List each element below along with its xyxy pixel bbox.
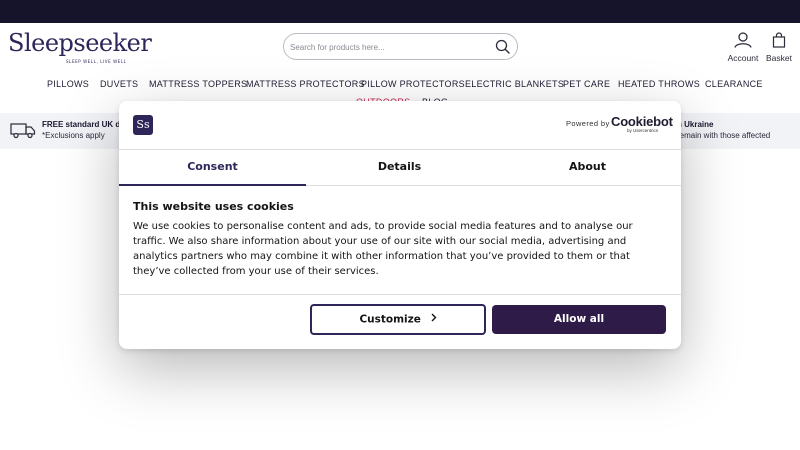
- usercentrics-label: by Usercentrics: [627, 128, 659, 133]
- cookie-consent-dialog: Ss Powered by Cookiebot by Usercentrics …: [119, 101, 681, 349]
- consent-tabs: Consent Details About: [119, 149, 681, 186]
- cookie-dialog-title: This website uses cookies: [133, 200, 294, 213]
- chevron-right-icon: [431, 306, 437, 333]
- tab-details[interactable]: Details: [306, 150, 493, 186]
- site-logo-icon: Ss: [133, 115, 153, 135]
- cookie-dialog-text: We use cookies to personalise content an…: [133, 221, 633, 277]
- cookiebot-logo[interactable]: Cookiebot: [611, 114, 673, 129]
- dialog-divider: [119, 294, 681, 295]
- customize-button[interactable]: Customize: [310, 304, 486, 335]
- powered-by-label: Powered by: [566, 119, 610, 128]
- tab-about[interactable]: About: [494, 150, 681, 186]
- customize-label: Customize: [359, 313, 421, 326]
- tab-consent[interactable]: Consent: [119, 150, 306, 186]
- allow-all-button[interactable]: Allow all: [492, 305, 666, 334]
